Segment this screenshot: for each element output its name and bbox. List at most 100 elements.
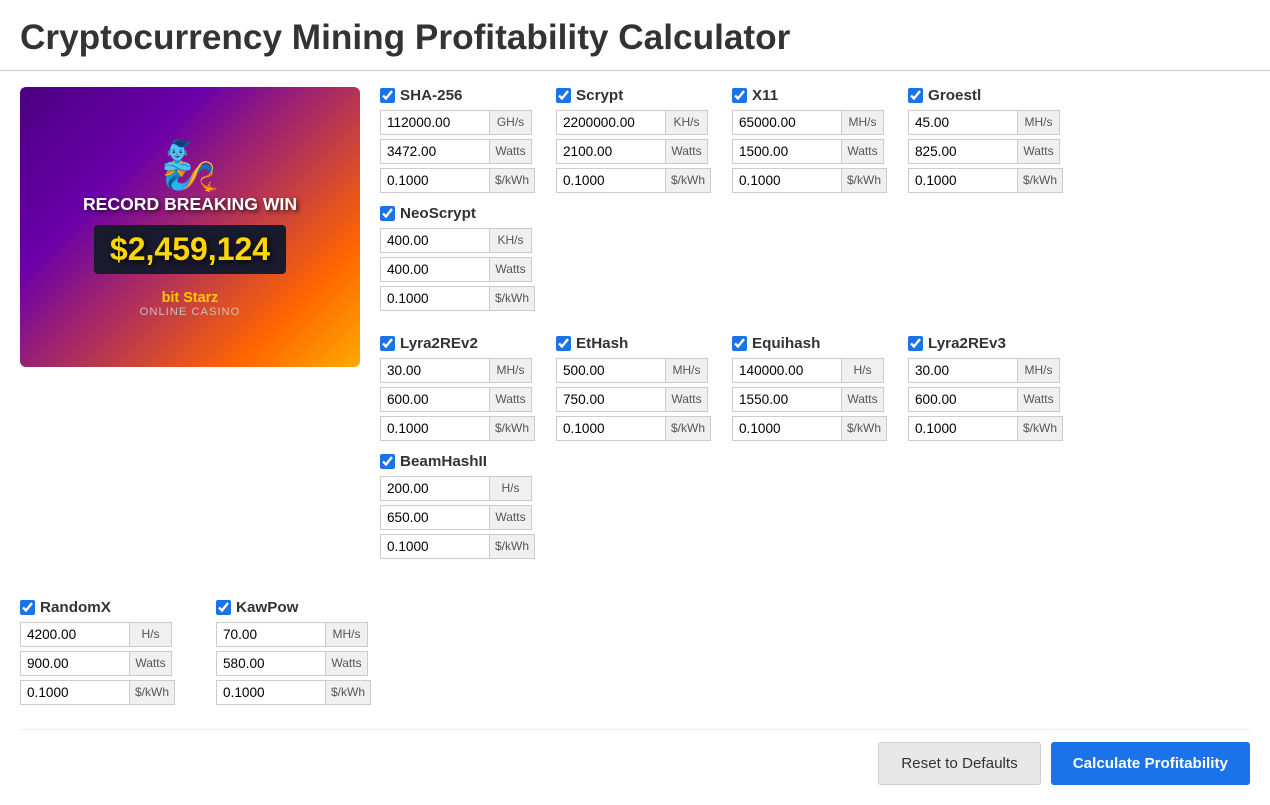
algo-name-randomx: RandomX: [40, 599, 111, 616]
algo-power-input-kawpow[interactable]: [216, 651, 326, 676]
algo-hashrate-input-beamhashii[interactable]: [380, 476, 490, 501]
algo-power-input-ethash[interactable]: [556, 387, 666, 412]
algo-power-input-sha256[interactable]: [380, 139, 490, 164]
algo-cost-row-beamhashii: $/kWh: [380, 534, 540, 559]
algo-header-lyra2rev2: Lyra2REv2: [380, 335, 540, 352]
algo-power-row-lyra2rev3: Watts: [908, 387, 1068, 412]
algo-cost-row-kawpow: $/kWh: [216, 680, 376, 705]
algo-name-beamhashii: BeamHashII: [400, 453, 487, 470]
algo-checkbox-beamhashii[interactable]: [380, 454, 395, 469]
algo-power-unit-groestl: Watts: [1018, 139, 1060, 164]
algo-checkbox-scrypt[interactable]: [556, 88, 571, 103]
algo-power-row-equihash: Watts: [732, 387, 892, 412]
algo-cost-input-scrypt[interactable]: [556, 168, 666, 193]
algo-power-unit-x11: Watts: [842, 139, 884, 164]
algo-hashrate-unit-x11: MH/s: [842, 110, 884, 135]
algo-cost-row-scrypt: $/kWh: [556, 168, 716, 193]
algo-name-groestl: Groestl: [928, 87, 981, 104]
algo-cost-input-kawpow[interactable]: [216, 680, 326, 705]
algo-power-row-lyra2rev2: Watts: [380, 387, 540, 412]
algo-hashrate-unit-beamhashii: H/s: [490, 476, 532, 501]
algo-power-input-lyra2rev3[interactable]: [908, 387, 1018, 412]
algo-checkbox-groestl[interactable]: [908, 88, 923, 103]
algo-power-unit-neoscrypt: Watts: [490, 257, 532, 282]
algo-hashrate-input-neoscrypt[interactable]: [380, 228, 490, 253]
algo-cost-input-sha256[interactable]: [380, 168, 490, 193]
algo-hashrate-input-x11[interactable]: [732, 110, 842, 135]
algo-checkbox-lyra2rev3[interactable]: [908, 336, 923, 351]
algo-cost-row-sha256: $/kWh: [380, 168, 540, 193]
algo-checkbox-sha256[interactable]: [380, 88, 395, 103]
algo-power-input-neoscrypt[interactable]: [380, 257, 490, 282]
algo-power-row-neoscrypt: Watts: [380, 257, 540, 282]
algo-power-input-lyra2rev2[interactable]: [380, 387, 490, 412]
algo-power-input-randomx[interactable]: [20, 651, 130, 676]
algo-cost-row-equihash: $/kWh: [732, 416, 892, 441]
algo-power-unit-kawpow: Watts: [326, 651, 368, 676]
algo-cost-input-equihash[interactable]: [732, 416, 842, 441]
algo-card-kawpow: KawPow MH/s Watts $/kWh: [216, 599, 376, 709]
algo-power-row-x11: Watts: [732, 139, 892, 164]
algo-checkbox-ethash[interactable]: [556, 336, 571, 351]
algo-header-neoscrypt: NeoScrypt: [380, 205, 540, 222]
algo-checkbox-neoscrypt[interactable]: [380, 206, 395, 221]
algo-cost-input-beamhashii[interactable]: [380, 534, 490, 559]
algo-power-unit-scrypt: Watts: [666, 139, 708, 164]
algo-hashrate-input-lyra2rev2[interactable]: [380, 358, 490, 383]
algo-name-sha256: SHA-256: [400, 87, 462, 104]
algo-hashrate-row-ethash: MH/s: [556, 358, 716, 383]
algo-hashrate-row-groestl: MH/s: [908, 110, 1068, 135]
algo-card-neoscrypt: NeoScrypt KH/s Watts $/kWh: [380, 205, 540, 315]
algo-hashrate-row-x11: MH/s: [732, 110, 892, 135]
algo-checkbox-randomx[interactable]: [20, 600, 35, 615]
algo-hashrate-row-randomx: H/s: [20, 622, 180, 647]
algo-cost-input-neoscrypt[interactable]: [380, 286, 490, 311]
algo-cost-input-ethash[interactable]: [556, 416, 666, 441]
algo-checkbox-x11[interactable]: [732, 88, 747, 103]
algo-cost-input-randomx[interactable]: [20, 680, 130, 705]
algo-power-row-sha256: Watts: [380, 139, 540, 164]
algo-power-input-beamhashii[interactable]: [380, 505, 490, 530]
algo-card-x11: X11 MH/s Watts $/kWh: [732, 87, 892, 197]
algo-hashrate-row-kawpow: MH/s: [216, 622, 376, 647]
algo-cost-input-lyra2rev2[interactable]: [380, 416, 490, 441]
algo-checkbox-equihash[interactable]: [732, 336, 747, 351]
algo-hashrate-input-kawpow[interactable]: [216, 622, 326, 647]
algo-cost-input-x11[interactable]: [732, 168, 842, 193]
algo-power-input-x11[interactable]: [732, 139, 842, 164]
algo-hashrate-row-beamhashii: H/s: [380, 476, 540, 501]
algo-cost-unit-randomx: $/kWh: [130, 680, 175, 705]
algo-cost-unit-scrypt: $/kWh: [666, 168, 711, 193]
algo-hashrate-unit-lyra2rev3: MH/s: [1018, 358, 1060, 383]
algo-power-input-scrypt[interactable]: [556, 139, 666, 164]
algo-cost-unit-sha256: $/kWh: [490, 168, 535, 193]
algo-hashrate-input-groestl[interactable]: [908, 110, 1018, 135]
reset-button[interactable]: Reset to Defaults: [878, 742, 1041, 785]
algo-power-unit-beamhashii: Watts: [490, 505, 532, 530]
page-title: Cryptocurrency Mining Profitability Calc…: [0, 0, 1270, 71]
algo-cost-input-lyra2rev3[interactable]: [908, 416, 1018, 441]
algo-hashrate-input-scrypt[interactable]: [556, 110, 666, 135]
algo-checkbox-kawpow[interactable]: [216, 600, 231, 615]
algo-power-unit-ethash: Watts: [666, 387, 708, 412]
algo-cost-input-groestl[interactable]: [908, 168, 1018, 193]
algo-checkbox-lyra2rev2[interactable]: [380, 336, 395, 351]
algo-card-lyra2rev3: Lyra2REv3 MH/s Watts $/kWh: [908, 335, 1068, 445]
algo-hashrate-input-ethash[interactable]: [556, 358, 666, 383]
algo-power-input-equihash[interactable]: [732, 387, 842, 412]
algo-hashrate-input-lyra2rev3[interactable]: [908, 358, 1018, 383]
algo-name-lyra2rev2: Lyra2REv2: [400, 335, 478, 352]
algo-cost-unit-groestl: $/kWh: [1018, 168, 1063, 193]
algo-name-equihash: Equihash: [752, 335, 820, 352]
algo-cost-unit-beamhashii: $/kWh: [490, 534, 535, 559]
algo-hashrate-input-randomx[interactable]: [20, 622, 130, 647]
ad-amount: $2,459,124: [94, 225, 286, 274]
bottom-section: RandomX H/s Watts $/kWh KawPow MH/s Watt…: [0, 599, 1270, 805]
algo-hashrate-input-equihash[interactable]: [732, 358, 842, 383]
algo-cost-unit-lyra2rev3: $/kWh: [1018, 416, 1063, 441]
algorithms-grid: SHA-256 GH/s Watts $/kWh Scrypt KH/s Wat…: [380, 87, 1250, 583]
calculate-button[interactable]: Calculate Profitability: [1051, 742, 1250, 785]
algo-hashrate-input-sha256[interactable]: [380, 110, 490, 135]
algo-name-x11: X11: [752, 87, 778, 104]
algo-power-input-groestl[interactable]: [908, 139, 1018, 164]
